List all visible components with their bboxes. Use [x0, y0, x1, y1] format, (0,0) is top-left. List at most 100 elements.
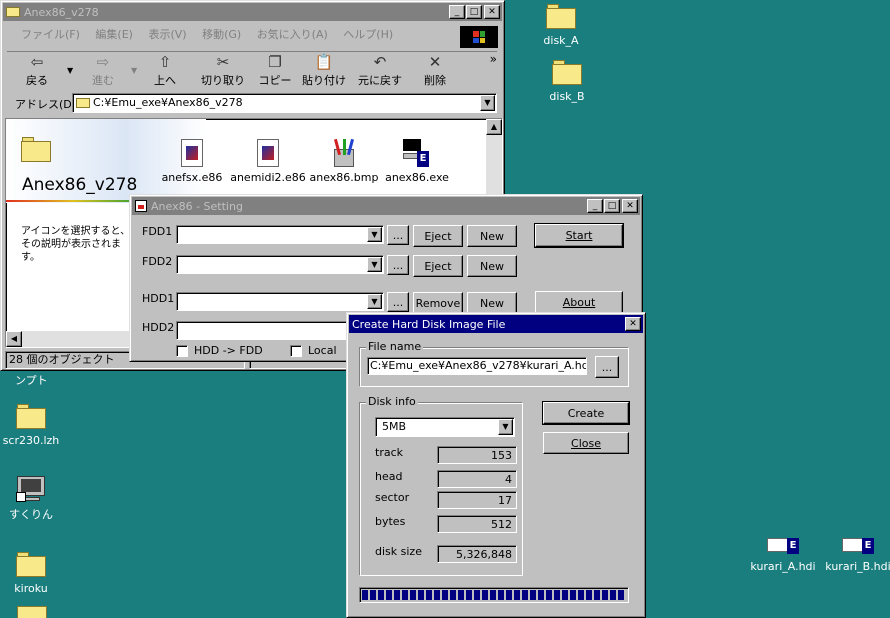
menu-view[interactable]: 表示(V) — [148, 28, 186, 41]
menu-go[interactable]: 移動(G) — [202, 28, 241, 41]
desktop-icon-label: kiroku — [14, 582, 48, 595]
about-button[interactable]: About — [535, 291, 623, 314]
close-button[interactable]: ✕ — [622, 199, 638, 213]
progress-block — [490, 590, 496, 600]
desktop-icon-kurari-a[interactable]: E kurari_A.hdi — [743, 534, 823, 573]
menu-help[interactable]: ヘルプ(H) — [343, 28, 393, 41]
progress-block — [554, 590, 560, 600]
scroll-left-button[interactable]: ◀ — [6, 331, 22, 347]
desktop-icon-label: ンプト — [15, 374, 48, 387]
address-input[interactable]: C:¥Emu_exe¥Anex86_v278 ▼ — [72, 93, 497, 113]
close-button[interactable]: ✕ — [484, 5, 500, 19]
address-label: アドレス(D) — [15, 98, 77, 111]
dialog-close-button[interactable]: ✕ — [625, 317, 641, 331]
file-browse-button[interactable]: ... — [595, 356, 619, 378]
minimize-button[interactable]: _ — [587, 199, 603, 213]
dialog-title: Create Hard Disk Image File — [352, 317, 506, 331]
progress-block — [514, 590, 520, 600]
setting-titlebar[interactable]: Anex86 - Setting _ □ ✕ — [132, 197, 640, 215]
disk-size-dropdown-button[interactable]: ▼ — [498, 419, 513, 435]
hdi-file-icon: E — [767, 534, 799, 556]
disk-size-select[interactable]: 5MB ▼ — [375, 417, 515, 437]
hdd1-remove-button[interactable]: Remove — [413, 292, 463, 314]
explorer-menubar: ファイル(F) 編集(E) 表示(V) 移動(G) お気に入り(A) ヘルプ(H… — [7, 25, 464, 45]
hdd2-combo[interactable] — [176, 321, 356, 340]
menu-edit[interactable]: 編集(E) — [95, 28, 133, 41]
sector-label: sector — [375, 491, 410, 504]
fdd2-eject-button[interactable]: Eject — [413, 255, 463, 277]
dialog-titlebar[interactable]: Create Hard Disk Image File ✕ — [349, 315, 643, 333]
exe-file-icon: E — [403, 139, 431, 169]
progress-block — [442, 590, 448, 600]
windows-logo-icon — [460, 26, 498, 48]
hdd1-combo[interactable]: ▼ — [176, 292, 384, 311]
back-dropdown-icon[interactable]: ▼ — [67, 66, 73, 75]
minimize-button[interactable]: _ — [449, 5, 465, 19]
local-checkbox[interactable] — [290, 345, 302, 357]
desktop-icon-disk-a[interactable]: disk_A — [521, 4, 601, 47]
toolbar-paste[interactable]: 📋 貼り付け — [299, 52, 349, 90]
fdd1-eject-button[interactable]: Eject — [413, 225, 463, 247]
file-anefsx[interactable]: anefsx.e86 — [152, 139, 232, 184]
progress-block — [482, 590, 488, 600]
fdd1-new-button[interactable]: New — [467, 225, 517, 247]
progress-block — [386, 590, 392, 600]
file-anex86-exe[interactable]: E anex86.exe — [377, 139, 457, 184]
computer-icon: ↗ — [16, 476, 46, 502]
hdd-to-fdd-checkbox[interactable] — [176, 345, 188, 357]
desktop-icon-sukurin[interactable]: ↗ すくりん — [0, 476, 71, 522]
scroll-up-button[interactable]: ▲ — [486, 119, 502, 135]
hdd1-dropdown-button[interactable]: ▼ — [367, 294, 382, 309]
fdd1-combo[interactable]: ▼ — [176, 225, 384, 244]
folder-icon — [551, 60, 583, 86]
toolbar-more-icon[interactable]: » — [490, 52, 497, 66]
fdd2-new-button[interactable]: New — [467, 255, 517, 277]
file-anex86-bmp[interactable]: anex86.bmp — [304, 138, 384, 184]
start-button[interactable]: Start — [534, 223, 624, 248]
close-dialog-button[interactable]: Close — [543, 432, 629, 454]
desktop-icon-scr230[interactable]: scr230.lzh — [0, 404, 71, 447]
progress-block — [538, 590, 544, 600]
file-name-group-title: File name — [366, 340, 424, 353]
file-anemidi2[interactable]: anemidi2.e86 — [228, 139, 308, 184]
desktop-icon-prompt[interactable]: ンプト — [0, 372, 70, 388]
hdd1-browse-button[interactable]: ... — [387, 292, 409, 312]
folder-icon — [16, 602, 48, 618]
explorer-toolbar: ⇦ 戻る ▼ ⇨ 進む ▼ ⇧ 上へ ✂ 切り取り ❐ コピー 📋 貼り付け ↶ 元に戻す ✕… — [7, 51, 497, 91]
hdd1-new-button[interactable]: New — [467, 292, 517, 314]
desktop-icon-disk-b[interactable]: disk_B — [527, 60, 607, 103]
explorer-titlebar[interactable]: Anex86_v278 _ □ ✕ — [3, 3, 502, 21]
toolbar-undo[interactable]: ↶ 元に戻す — [355, 52, 405, 90]
fdd2-combo[interactable]: ▼ — [176, 255, 384, 274]
back-arrow-icon: ⇦ — [30, 53, 44, 71]
progress-block — [418, 590, 424, 600]
file-name-input[interactable]: C:¥Emu_exe¥Anex86_v278¥kurari_A.hdi — [367, 357, 587, 375]
fdd2-dropdown-button[interactable]: ▼ — [367, 257, 382, 272]
film-file-icon — [257, 139, 279, 167]
progress-block — [458, 590, 464, 600]
toolbar-forward[interactable]: ⇨ 進む — [83, 52, 123, 90]
desktop-icon-kurari-b[interactable]: E kurari_B.hdi — [818, 534, 890, 573]
fdd2-browse-button[interactable]: ... — [387, 255, 409, 275]
maximize-button[interactable]: □ — [466, 5, 482, 19]
toolbar-delete[interactable]: ✕ 削除 — [413, 52, 457, 90]
fdd1-dropdown-button[interactable]: ▼ — [367, 227, 382, 242]
toolbar-back[interactable]: ⇦ 戻る — [17, 52, 57, 90]
desktop-icon-kiroku[interactable]: kiroku — [0, 552, 71, 595]
fdd1-browse-button[interactable]: ... — [387, 225, 409, 245]
folder-small-icon — [76, 98, 90, 108]
address-dropdown-button[interactable]: ▼ — [480, 95, 495, 111]
menu-favorites[interactable]: お気に入り(A) — [257, 28, 328, 41]
create-button[interactable]: Create — [542, 401, 630, 425]
anex-app-icon — [135, 200, 147, 212]
progress-block — [426, 590, 432, 600]
toolbar-up[interactable]: ⇧ 上へ — [145, 52, 185, 90]
menu-file[interactable]: ファイル(F) — [21, 28, 80, 41]
local-label: Local — [308, 344, 337, 357]
maximize-button[interactable]: □ — [604, 199, 620, 213]
desktop-icon-label: disk_B — [549, 90, 585, 103]
progress-block — [402, 590, 408, 600]
toolbar-copy[interactable]: ❐ コピー — [253, 52, 297, 90]
progress-block — [450, 590, 456, 600]
toolbar-cut[interactable]: ✂ 切り取り — [197, 52, 249, 90]
